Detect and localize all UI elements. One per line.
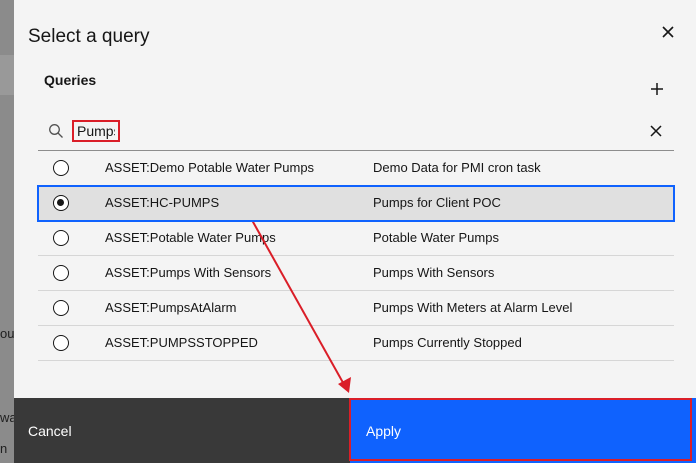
background-text-fragment: ou — [0, 326, 15, 341]
plus-icon — [651, 83, 663, 95]
background-text-fragment: n — [0, 441, 8, 456]
query-name: ASSET:HC-PUMPS — [105, 195, 220, 210]
query-name: ASSET:PUMPSSTOPPED — [105, 335, 258, 350]
query-description: Pumps Currently Stopped — [373, 335, 522, 350]
query-row[interactable]: ASSET:PUMPSSTOPPED Pumps Currently Stopp… — [38, 326, 674, 361]
query-row[interactable]: ASSET:Pumps With Sensors Pumps With Sens… — [38, 256, 674, 291]
section-label: Queries — [44, 72, 97, 88]
query-row[interactable]: ASSET:Demo Potable Water Pumps Demo Data… — [38, 151, 674, 186]
dialog-title: Select a query — [28, 26, 150, 47]
query-description: Pumps With Sensors — [373, 265, 495, 280]
radio-button[interactable] — [53, 300, 69, 316]
query-name: ASSET:Demo Potable Water Pumps — [105, 160, 315, 175]
query-name: ASSET:Potable Water Pumps — [105, 230, 276, 245]
radio-button[interactable] — [53, 335, 69, 351]
query-table: ASSET:Demo Potable Water Pumps Demo Data… — [37, 151, 675, 361]
query-description: Potable Water Pumps — [373, 230, 499, 245]
clear-search-button[interactable] — [648, 123, 664, 139]
apply-button[interactable]: Apply — [350, 398, 696, 463]
query-description: Pumps With Meters at Alarm Level — [373, 300, 573, 315]
query-row[interactable]: ASSET:PumpsAtAlarm Pumps With Meters at … — [38, 291, 674, 326]
close-button[interactable] — [658, 22, 678, 42]
close-icon — [650, 125, 662, 137]
search-bar — [38, 112, 674, 151]
radio-button-checked[interactable] — [53, 195, 69, 211]
radio-button[interactable] — [53, 230, 69, 246]
query-row-selected[interactable]: ASSET:HC-PUMPS Pumps for Client POC — [37, 185, 675, 222]
search-input[interactable] — [72, 120, 120, 142]
radio-button[interactable] — [53, 160, 69, 176]
select-query-dialog: Select a query Queries ASSET:Demo Potabl… — [14, 0, 696, 463]
close-icon — [662, 26, 674, 38]
background-band — [0, 55, 14, 95]
query-description: Demo Data for PMI cron task — [373, 160, 541, 175]
query-row[interactable]: ASSET:Potable Water Pumps Potable Water … — [38, 221, 674, 256]
search-icon — [49, 124, 63, 138]
query-description: Pumps for Client POC — [373, 195, 501, 210]
query-name: ASSET:Pumps With Sensors — [105, 265, 272, 280]
query-name: ASSET:PumpsAtAlarm — [105, 300, 237, 315]
radio-button[interactable] — [53, 265, 69, 281]
add-query-button[interactable] — [648, 80, 666, 98]
cancel-button[interactable]: Cancel — [14, 398, 350, 463]
dialog-footer: Cancel Apply — [14, 398, 696, 463]
